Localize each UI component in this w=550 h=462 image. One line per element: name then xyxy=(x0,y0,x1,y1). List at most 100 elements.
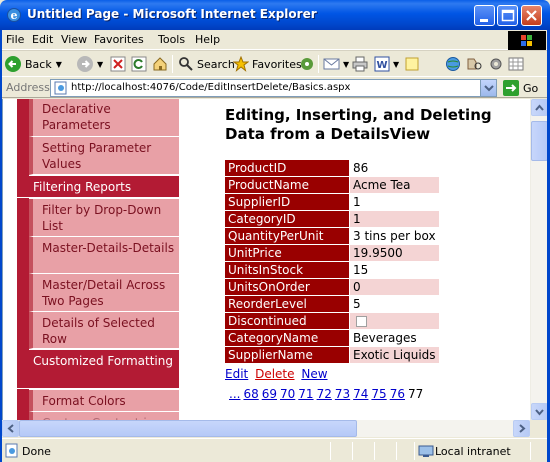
page-done-icon xyxy=(5,443,18,458)
pager-link[interactable]: 68 xyxy=(243,387,258,401)
sidebar-item-format-colors[interactable]: Format Colors xyxy=(29,390,179,412)
menu-view[interactable]: View xyxy=(61,33,87,46)
back-button[interactable]: Back ▼ xyxy=(4,54,62,74)
sidebar-item-declarative-parameters[interactable]: Declarative Parameters xyxy=(29,99,179,137)
discuss-button[interactable] xyxy=(404,54,420,74)
vertical-scrollbar[interactable] xyxy=(530,99,548,420)
status-bar: Done Local intranet xyxy=(0,438,550,462)
pager-link[interactable]: 75 xyxy=(371,387,386,401)
new-link[interactable]: New xyxy=(301,367,327,381)
sidebar-item-filter-by-drop-down-list[interactable]: Filter by Drop-Down List xyxy=(29,199,179,237)
sidebar-section-filtering-reports[interactable]: Filtering Reports xyxy=(17,176,179,198)
pager-link[interactable]: 71 xyxy=(298,387,313,401)
field-value: 3 tins per box xyxy=(349,227,440,245)
details-view: ProductID 86 ProductName Acme Tea SupplierID… xyxy=(224,159,440,364)
media-button[interactable] xyxy=(299,54,315,74)
sidebar-item-master-detail-across-two-pages[interactable]: Master/Detail Across Two Pages xyxy=(29,274,179,312)
horizontal-scroll-thumb[interactable] xyxy=(19,420,357,437)
field-value xyxy=(349,312,440,330)
details-row: UnitsInStock 15 xyxy=(224,261,440,279)
arrow-up-icon xyxy=(535,104,544,111)
arrow-left-icon xyxy=(7,424,14,433)
horizontal-scrollbar[interactable] xyxy=(2,420,530,437)
go-button[interactable]: Go xyxy=(503,80,538,96)
pager-link[interactable]: ... xyxy=(229,387,240,401)
sidebar-item-custom-content[interactable]: Custom Content in a xyxy=(29,412,179,420)
research-icon xyxy=(467,58,482,70)
field-header: UnitsInStock xyxy=(224,261,350,279)
sidebar-item-setting-parameter-values[interactable]: Setting Parameter Values xyxy=(29,137,179,175)
menu-help[interactable]: Help xyxy=(195,33,220,46)
forward-arrow-icon xyxy=(77,56,93,72)
field-value: 86 xyxy=(349,159,440,177)
title-bar: e Untitled Page - Microsoft Internet Exp… xyxy=(0,0,550,30)
details-row: SupplierID 1 xyxy=(224,193,440,211)
scroll-up-button[interactable] xyxy=(531,99,548,116)
pager-link[interactable]: 70 xyxy=(280,387,295,401)
favorites-button[interactable]: Favorites xyxy=(233,54,302,74)
windows-logo xyxy=(508,31,546,51)
sidebar-section-customized-formatting[interactable]: Customized Formatting xyxy=(17,350,179,389)
field-header: QuantityPerUnit xyxy=(224,227,350,245)
research-button[interactable] xyxy=(466,54,484,74)
pager-link[interactable]: 72 xyxy=(317,387,332,401)
scroll-thumb[interactable] xyxy=(531,121,548,161)
maximize-button[interactable] xyxy=(497,5,518,26)
address-label: Address xyxy=(6,81,50,94)
delete-link[interactable]: Delete xyxy=(255,367,294,381)
field-value: 5 xyxy=(349,295,440,313)
scroll-down-button[interactable] xyxy=(531,403,548,420)
menu-file[interactable]: File xyxy=(6,33,24,46)
field-header: ProductName xyxy=(224,176,350,194)
star-icon xyxy=(233,56,249,72)
pager-link[interactable]: 74 xyxy=(353,387,368,401)
field-value: Beverages xyxy=(349,329,440,347)
menu-tools[interactable]: Tools xyxy=(158,33,185,46)
forward-button[interactable]: ▼ xyxy=(76,54,103,74)
minimize-icon xyxy=(480,19,488,22)
field-header: ReorderLevel xyxy=(224,295,350,313)
edit-button[interactable]: W ▼ xyxy=(374,54,399,74)
sidebar-item-master-details-details[interactable]: Master-Details-Details xyxy=(29,237,179,274)
pager-current-page: 77 xyxy=(407,387,424,401)
home-button[interactable] xyxy=(152,54,168,74)
scroll-right-button[interactable] xyxy=(513,420,530,437)
stop-button[interactable] xyxy=(110,54,126,74)
field-header: SupplierID xyxy=(224,193,350,211)
address-input[interactable]: http://localhost:4076/Code/EditInsertDel… xyxy=(50,79,497,97)
refresh-icon xyxy=(131,56,147,72)
chevron-down-icon: ▼ xyxy=(55,59,62,69)
minimize-button[interactable] xyxy=(474,5,495,26)
details-row: ReorderLevel 5 xyxy=(224,295,440,313)
sidebar-item-details-of-selected-row[interactable]: Details of Selected Row xyxy=(29,312,179,349)
calendar-button[interactable] xyxy=(508,54,524,74)
close-icon xyxy=(526,10,537,21)
tools-button[interactable] xyxy=(488,54,504,74)
field-header: Discontinued xyxy=(224,312,350,330)
internet-explorer-icon: e xyxy=(7,8,21,22)
search-button[interactable]: Search xyxy=(178,54,235,74)
field-header: ProductID xyxy=(224,159,350,177)
globe-icon xyxy=(446,57,460,71)
field-value: Acme Tea xyxy=(349,176,440,194)
address-url: http://localhost:4076/Code/EditInsertDel… xyxy=(71,82,351,93)
mail-button[interactable]: ▼ xyxy=(323,54,349,74)
pager-link[interactable]: 73 xyxy=(335,387,350,401)
address-dropdown-button[interactable] xyxy=(480,80,496,96)
maximize-icon xyxy=(501,9,515,22)
menu-favorites[interactable]: Favorites xyxy=(94,33,144,46)
scroll-left-button[interactable] xyxy=(2,420,19,437)
media-icon xyxy=(301,58,313,70)
search-icon xyxy=(179,57,193,71)
menu-edit[interactable]: Edit xyxy=(32,33,53,46)
edit-link[interactable]: Edit xyxy=(225,367,248,381)
messenger-button[interactable] xyxy=(445,54,461,74)
pager-link[interactable]: 76 xyxy=(390,387,405,401)
close-button[interactable] xyxy=(521,5,542,26)
print-button[interactable] xyxy=(352,54,368,74)
field-header: UnitPrice xyxy=(224,244,350,262)
refresh-button[interactable] xyxy=(131,54,147,74)
field-header: SupplierName xyxy=(224,346,350,364)
menu-bar: File Edit View Favorites Tools Help xyxy=(0,30,550,50)
pager-link[interactable]: 69 xyxy=(262,387,277,401)
